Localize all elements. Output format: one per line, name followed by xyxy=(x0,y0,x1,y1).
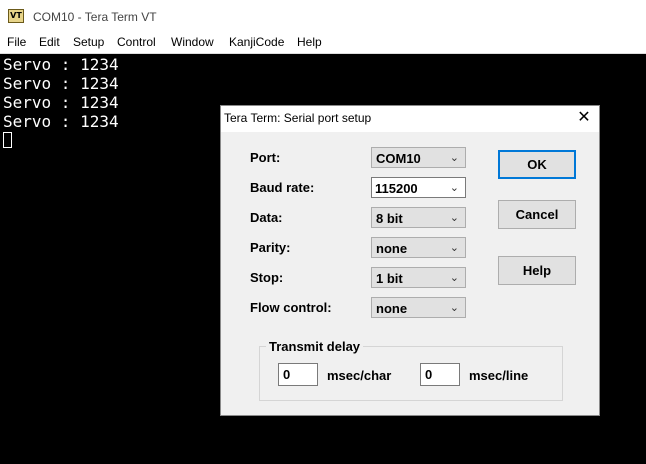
serial-port-setup-dialog: Tera Term: Serial port setup ✕ Port: COM… xyxy=(220,105,600,416)
terminal-line: Servo : 1234 xyxy=(3,55,119,74)
data-bits-value: 8 bit xyxy=(376,211,403,226)
stop-label: Stop: xyxy=(250,270,284,285)
close-icon[interactable]: ✕ xyxy=(575,109,593,127)
baud-rate-label: Baud rate: xyxy=(250,180,315,195)
parity-label: Parity: xyxy=(250,240,291,255)
baud-rate-combobox[interactable]: 115200 ⌄ xyxy=(371,177,466,198)
teraterm-app-icon: VT xyxy=(8,9,24,23)
menu-control[interactable]: Control xyxy=(117,35,156,49)
port-select[interactable]: COM10 ⌄ xyxy=(371,147,466,168)
help-button[interactable]: Help xyxy=(498,256,576,285)
msec-per-line-input[interactable]: 0 xyxy=(420,363,460,386)
chevron-down-icon: ⌄ xyxy=(449,212,459,224)
chevron-down-icon: ⌄ xyxy=(449,242,459,254)
window-title: COM10 - Tera Term VT xyxy=(33,10,157,24)
parity-value: none xyxy=(376,241,408,256)
terminal-line: Servo : 1234 xyxy=(3,112,119,131)
window-titlebar: VT COM10 - Tera Term VT xyxy=(0,0,646,33)
cancel-button[interactable]: Cancel xyxy=(498,200,576,229)
flow-control-label: Flow control: xyxy=(250,300,332,315)
menu-edit[interactable]: Edit xyxy=(39,35,60,49)
chevron-down-icon: ⌄ xyxy=(449,272,459,284)
transmit-delay-label: Transmit delay xyxy=(266,339,364,354)
port-value: COM10 xyxy=(376,151,421,166)
dialog-titlebar: Tera Term: Serial port setup ✕ xyxy=(221,106,599,132)
chevron-down-icon: ⌄ xyxy=(449,152,459,164)
chevron-down-icon[interactable]: ⌄ xyxy=(450,181,459,194)
dialog-title: Tera Term: Serial port setup xyxy=(224,111,372,125)
data-bits-select[interactable]: 8 bit ⌄ xyxy=(371,207,466,228)
baud-rate-value: 115200 xyxy=(375,181,418,196)
terminal-line: Servo : 1234 xyxy=(3,74,119,93)
msec-per-char-unit: msec/char xyxy=(327,368,392,383)
menu-setup[interactable]: Setup xyxy=(73,35,104,49)
terminal-line: Servo : 1234 xyxy=(3,93,119,112)
menu-help[interactable]: Help xyxy=(297,35,322,49)
flow-control-value: none xyxy=(376,301,408,316)
chevron-down-icon: ⌄ xyxy=(449,302,459,314)
ok-button[interactable]: OK xyxy=(498,150,576,179)
flow-control-select[interactable]: none ⌄ xyxy=(371,297,466,318)
data-label: Data: xyxy=(250,210,283,225)
parity-select[interactable]: none ⌄ xyxy=(371,237,466,258)
msec-per-char-input[interactable]: 0 xyxy=(278,363,318,386)
menu-kanjicode[interactable]: KanjiCode xyxy=(229,35,284,49)
stop-bits-value: 1 bit xyxy=(376,271,403,286)
menubar: File Edit Setup Control Window KanjiCode… xyxy=(0,33,646,54)
port-label: Port: xyxy=(250,150,281,165)
msec-per-line-unit: msec/line xyxy=(469,368,529,383)
stop-bits-select[interactable]: 1 bit ⌄ xyxy=(371,267,466,288)
menu-file[interactable]: File xyxy=(7,35,26,49)
terminal-cursor xyxy=(3,132,12,148)
menu-window[interactable]: Window xyxy=(171,35,214,49)
